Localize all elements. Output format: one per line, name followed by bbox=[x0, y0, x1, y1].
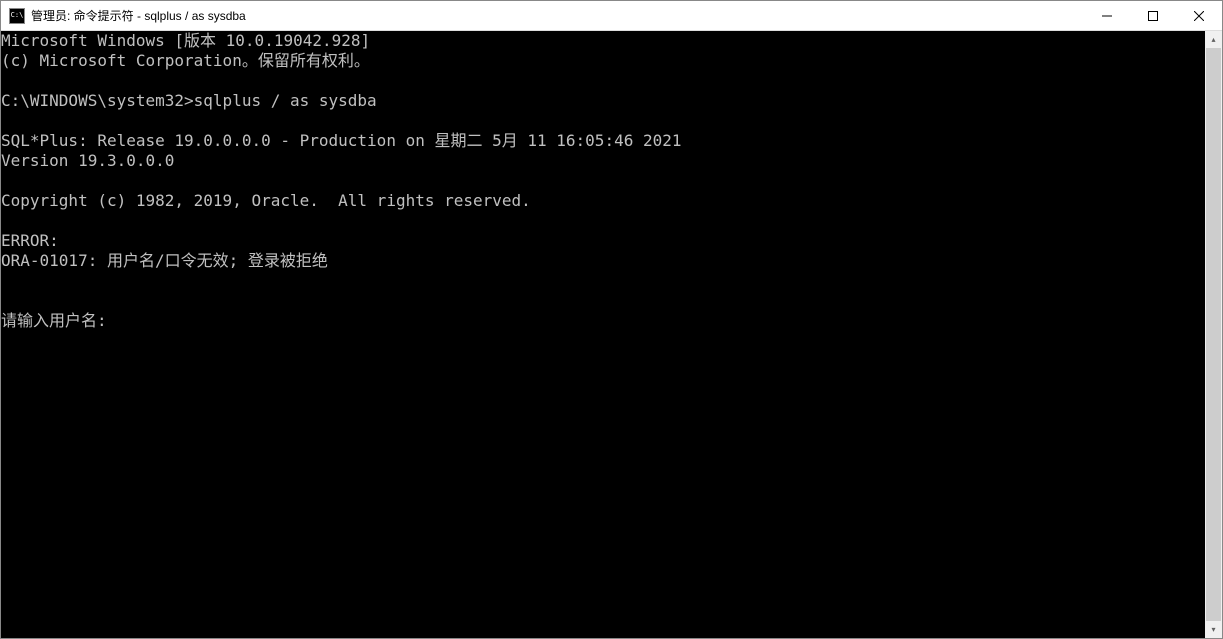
maximize-button[interactable] bbox=[1130, 1, 1176, 30]
window-controls bbox=[1084, 1, 1222, 30]
scrollbar-thumb[interactable] bbox=[1206, 48, 1221, 621]
minimize-button[interactable] bbox=[1084, 1, 1130, 30]
scrollbar-track[interactable] bbox=[1205, 48, 1222, 621]
titlebar[interactable]: C:\ 管理员: 命令提示符 - sqlplus / as sysdba bbox=[1, 1, 1222, 31]
minimize-icon bbox=[1102, 11, 1112, 21]
window-title: 管理员: 命令提示符 - sqlplus / as sysdba bbox=[31, 7, 1084, 24]
cmd-icon-text: C:\ bbox=[11, 12, 24, 19]
close-icon bbox=[1194, 11, 1204, 21]
maximize-icon bbox=[1148, 11, 1158, 21]
scrollbar-up-button[interactable]: ▴ bbox=[1205, 31, 1222, 48]
cmd-icon: C:\ bbox=[9, 8, 25, 24]
scrollbar-down-button[interactable]: ▾ bbox=[1205, 621, 1222, 638]
close-button[interactable] bbox=[1176, 1, 1222, 30]
terminal-container: Microsoft Windows [版本 10.0.19042.928] (c… bbox=[1, 31, 1222, 638]
terminal-output[interactable]: Microsoft Windows [版本 10.0.19042.928] (c… bbox=[1, 31, 1205, 638]
vertical-scrollbar[interactable]: ▴ ▾ bbox=[1205, 31, 1222, 638]
command-prompt-window: C:\ 管理员: 命令提示符 - sqlplus / as sysdba Mic… bbox=[0, 0, 1223, 639]
